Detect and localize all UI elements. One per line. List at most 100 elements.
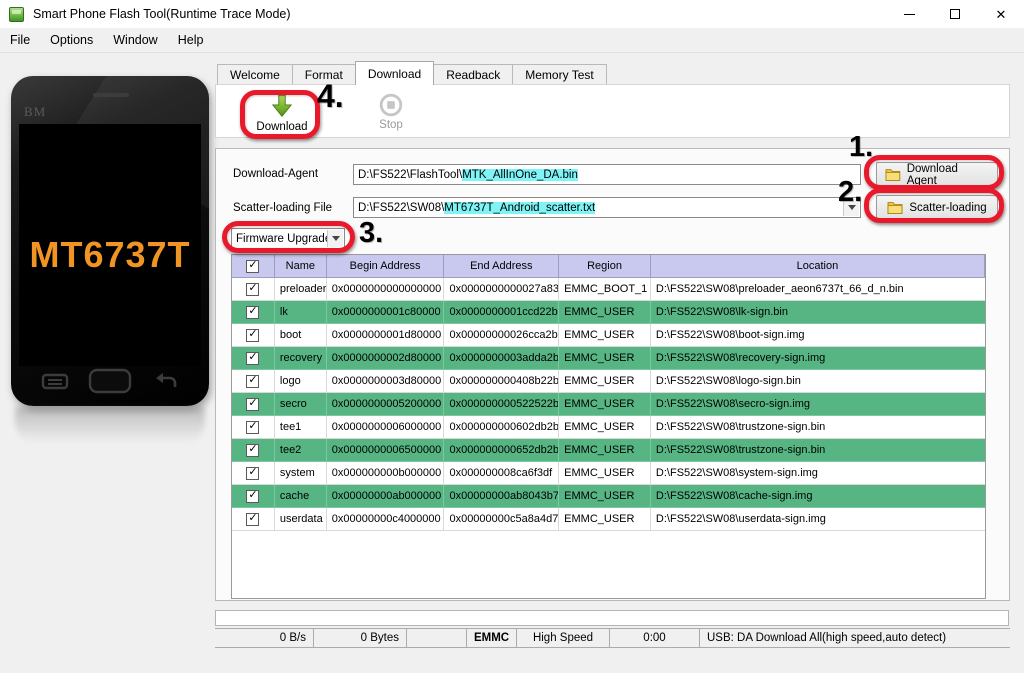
row-checkbox[interactable]: ✓: [246, 466, 260, 480]
cell-end-address: 0x000000000522522b: [444, 393, 560, 416]
header-end-address[interactable]: End Address: [444, 255, 560, 278]
menu-window[interactable]: Window: [103, 30, 167, 50]
header-begin-address[interactable]: Begin Address: [326, 255, 445, 278]
select-all-checkbox-cell[interactable]: ✓: [232, 255, 275, 278]
annotation-step-1: 1.: [849, 131, 874, 163]
row-checkbox[interactable]: ✓: [246, 351, 260, 365]
minimize-button[interactable]: [886, 0, 932, 28]
close-button[interactable]: ✕: [978, 0, 1024, 28]
cell-name: preloader: [274, 278, 327, 301]
cell-name: lk: [274, 301, 327, 324]
row-checkbox-cell[interactable]: ✓: [232, 393, 275, 416]
cell-name: recovery: [274, 347, 327, 370]
table-header-row: ✓ Name Begin Address End Address Region …: [232, 255, 985, 278]
cell-location: D:\FS522\SW08\trustzone-sign.bin: [650, 439, 985, 462]
progress-bar: [215, 610, 1009, 626]
app-icon: [9, 6, 24, 22]
table-row[interactable]: ✓ preloader 0x0000000000000000 0x0000000…: [232, 278, 985, 301]
cell-end-address: 0x000000000408b22b: [444, 370, 560, 393]
cell-location: D:\FS522\SW08\trustzone-sign.bin: [650, 416, 985, 439]
row-checkbox[interactable]: ✓: [246, 305, 260, 319]
select-all-checkbox[interactable]: ✓: [246, 259, 260, 273]
menu-options[interactable]: Options: [40, 30, 103, 50]
table-row[interactable]: ✓ secro 0x0000000005200000 0x00000000052…: [232, 393, 985, 416]
cell-end-address: 0x00000000ab8043b7: [444, 485, 560, 508]
check-icon: ✓: [248, 259, 258, 271]
menu-help[interactable]: Help: [168, 30, 214, 50]
row-checkbox-cell[interactable]: ✓: [232, 347, 275, 370]
chip-label: MT6737T: [29, 234, 191, 275]
download-agent-button[interactable]: Download Agent: [876, 162, 998, 187]
cell-end-address: 0x0000000003adda2b: [444, 347, 560, 370]
status-bytes: 0 Bytes: [314, 629, 407, 647]
minimize-icon: [903, 13, 915, 15]
table-row[interactable]: ✓ system 0x000000000b000000 0x000000008c…: [232, 462, 985, 485]
scatter-loading-button[interactable]: Scatter-loading: [876, 195, 998, 220]
cell-region: EMMC_USER: [559, 485, 651, 508]
phone-back-icon: [156, 373, 177, 387]
table-row[interactable]: ✓ boot 0x0000000001d80000 0x00000000026c…: [232, 324, 985, 347]
menu-file[interactable]: File: [0, 30, 40, 50]
check-icon: ✓: [248, 328, 258, 340]
row-checkbox[interactable]: ✓: [246, 489, 260, 503]
status-empty: [407, 629, 467, 647]
header-region[interactable]: Region: [559, 255, 651, 278]
tab-welcome[interactable]: Welcome: [217, 64, 293, 85]
maximize-button[interactable]: [932, 0, 978, 28]
stop-button[interactable]: Stop: [363, 93, 419, 137]
cell-region: EMMC_USER: [559, 301, 651, 324]
tab-memory-test[interactable]: Memory Test: [512, 64, 607, 85]
row-checkbox-cell[interactable]: ✓: [232, 462, 275, 485]
status-speed: 0 B/s: [215, 629, 314, 647]
cell-begin-address: 0x000000000b000000: [326, 462, 445, 485]
check-icon: ✓: [248, 397, 258, 409]
row-checkbox-cell[interactable]: ✓: [232, 301, 275, 324]
table-row[interactable]: ✓ tee2 0x0000000006500000 0x000000000652…: [232, 439, 985, 462]
status-storage: EMMC: [467, 629, 517, 647]
cell-location: D:\FS522\SW08\logo-sign.bin: [650, 370, 985, 393]
row-checkbox[interactable]: ✓: [246, 397, 260, 411]
menu-bar: File Options Window Help: [0, 28, 1024, 53]
check-icon: ✓: [248, 420, 258, 432]
title-bar: Smart Phone Flash Tool(Runtime Trace Mod…: [0, 0, 1024, 28]
row-checkbox[interactable]: ✓: [246, 420, 260, 434]
table-row[interactable]: ✓ logo 0x0000000003d80000 0x000000000408…: [232, 370, 985, 393]
scatter-file-combobox[interactable]: D:\FS522\SW08\ MT6737T_Android_scatter.tx…: [353, 197, 861, 218]
table-row[interactable]: ✓ userdata 0x00000000c4000000 0x00000000…: [232, 508, 985, 531]
status-usb-mode: USB: DA Download All(high speed,auto det…: [707, 632, 947, 644]
row-checkbox-cell[interactable]: ✓: [232, 278, 275, 301]
cell-location: D:\FS522\SW08\userdata-sign.img: [650, 508, 985, 531]
mode-dropdown-button[interactable]: [327, 230, 343, 247]
row-checkbox-cell[interactable]: ✓: [232, 324, 275, 347]
tab-download[interactable]: Download: [354, 61, 435, 85]
row-checkbox[interactable]: ✓: [246, 282, 260, 296]
table-row[interactable]: ✓ recovery 0x0000000002d80000 0x00000000…: [232, 347, 985, 370]
row-checkbox-cell[interactable]: ✓: [232, 508, 275, 531]
download-agent-input[interactable]: D:\FS522\FlashTool\ MTK_AllInOne_DA.bin: [353, 164, 861, 185]
cell-end-address: 0x0000000000027a83: [444, 278, 560, 301]
row-checkbox-cell[interactable]: ✓: [232, 439, 275, 462]
row-checkbox[interactable]: ✓: [246, 374, 260, 388]
row-checkbox-cell[interactable]: ✓: [232, 416, 275, 439]
cell-region: EMMC_USER: [559, 462, 651, 485]
cell-location: D:\FS522\SW08\recovery-sign.img: [650, 347, 985, 370]
download-button[interactable]: Download: [249, 93, 315, 137]
header-location[interactable]: Location: [650, 255, 985, 278]
table-row[interactable]: ✓ cache 0x00000000ab000000 0x00000000ab8…: [232, 485, 985, 508]
table-row[interactable]: ✓ tee1 0x0000000006000000 0x000000000602…: [232, 416, 985, 439]
tab-readback[interactable]: Readback: [433, 64, 514, 85]
row-checkbox[interactable]: ✓: [246, 443, 260, 457]
cell-begin-address: 0x0000000005200000: [326, 393, 445, 416]
table-row[interactable]: ✓ lk 0x0000000001c80000 0x0000000001ccd2…: [232, 301, 985, 324]
download-mode-combobox[interactable]: Firmware Upgrade: [231, 228, 345, 249]
folder-icon: [885, 169, 901, 181]
cell-name: system: [274, 462, 327, 485]
download-agent-button-label: Download Agent: [906, 162, 958, 187]
cell-begin-address: 0x0000000001d80000: [326, 324, 445, 347]
maximize-icon: [950, 9, 960, 19]
header-name[interactable]: Name: [274, 255, 327, 278]
row-checkbox[interactable]: ✓: [246, 328, 260, 342]
row-checkbox-cell[interactable]: ✓: [232, 485, 275, 508]
row-checkbox-cell[interactable]: ✓: [232, 370, 275, 393]
row-checkbox[interactable]: ✓: [246, 512, 260, 526]
